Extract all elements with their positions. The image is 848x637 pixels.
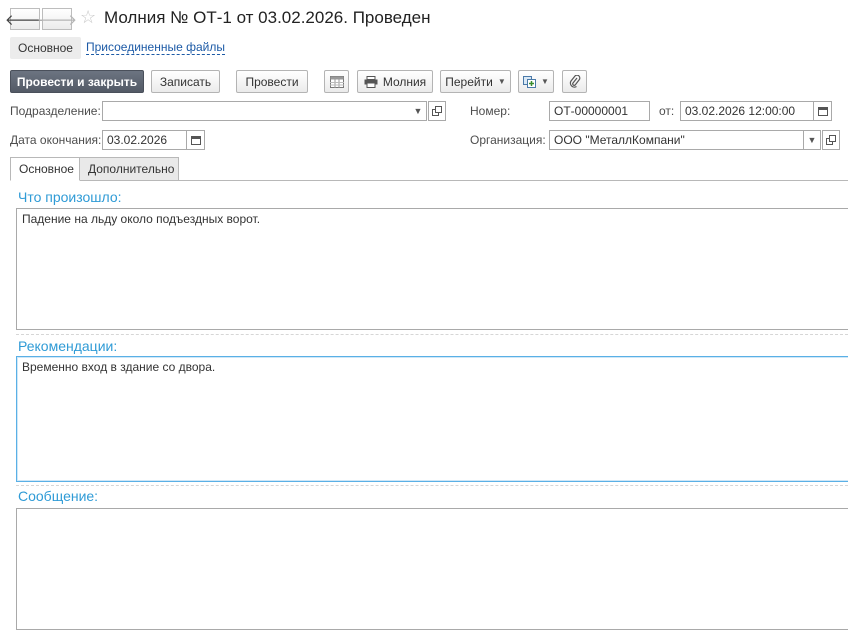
window-title: Молния № ОТ-1 от 03.02.2026. Проведен: [104, 8, 431, 27]
section-main[interactable]: Основное: [10, 37, 81, 59]
end-date-calendar-button[interactable]: [187, 130, 205, 150]
chevron-down-icon: ▼: [541, 77, 549, 86]
calendar-icon: [817, 107, 828, 116]
message-textarea[interactable]: [16, 508, 848, 630]
message-title: Сообщение:: [18, 488, 99, 504]
open-window-icon: [432, 106, 442, 116]
number-label: Номер:: [470, 104, 511, 118]
create-based-on-button[interactable]: ▼: [518, 70, 554, 93]
print-button-label: Молния: [382, 74, 427, 89]
division-dropdown-button[interactable]: ▼: [410, 101, 427, 121]
tab-divider: [10, 180, 848, 181]
group-separator: [16, 334, 848, 335]
group-separator: [16, 485, 848, 486]
tab-additional[interactable]: Дополнительно: [79, 157, 179, 181]
arrow-right-icon: 🡒: [36, 11, 78, 29]
organization-open-button[interactable]: [822, 130, 840, 150]
recommendations-title: Рекомендации:: [18, 338, 118, 354]
chevron-down-icon: ▼: [413, 106, 423, 116]
recommendations-textarea[interactable]: Временно вход в здание со двора.: [16, 356, 848, 482]
calendar-icon: [190, 136, 201, 145]
date-calendar-button[interactable]: [814, 101, 832, 121]
goto-button-label: Перейти: [445, 74, 493, 89]
post-button[interactable]: Провести: [236, 70, 308, 93]
organization-field[interactable]: ООО "МеталлКомпани": [549, 130, 804, 150]
division-field[interactable]: [102, 101, 427, 121]
printer-icon: [364, 75, 378, 88]
chevron-down-icon: ▼: [807, 135, 817, 145]
date-from-label: от:: [659, 104, 675, 118]
post-and-close-button[interactable]: Провести и закрыть: [10, 70, 144, 93]
goto-button[interactable]: Перейти ▼: [440, 70, 511, 93]
create-based-on-icon: [523, 75, 537, 88]
end-date-label: Дата окончания:: [10, 133, 102, 147]
what-happened-title: Что произошло:: [18, 189, 122, 205]
division-label: Подразделение:: [10, 104, 101, 118]
table-journal-icon: [329, 75, 344, 88]
save-button[interactable]: Записать: [151, 70, 220, 93]
print-button[interactable]: Молния: [357, 70, 433, 93]
open-window-icon: [826, 135, 836, 145]
tab-main[interactable]: Основное: [10, 157, 80, 181]
paperclip-icon: [569, 75, 580, 88]
section-attached-files-link[interactable]: Присоединенные файлы: [86, 40, 225, 55]
division-open-button[interactable]: [428, 101, 446, 121]
organization-dropdown-button[interactable]: ▼: [804, 130, 821, 150]
attach-file-button[interactable]: [562, 70, 587, 93]
journal-button[interactable]: [324, 70, 349, 93]
organization-label: Организация:: [470, 133, 546, 147]
favorite-star-icon[interactable]: ☆: [80, 7, 96, 28]
back-button[interactable]: 🡐: [5, 8, 45, 30]
forward-button[interactable]: 🡒: [37, 8, 77, 30]
number-field[interactable]: ОТ-00000001: [549, 101, 650, 121]
what-happened-textarea[interactable]: Падение на льду около подъездных ворот.: [16, 208, 848, 330]
end-date-field[interactable]: 03.02.2026: [102, 130, 187, 150]
chevron-down-icon: ▼: [497, 77, 506, 86]
date-field[interactable]: 03.02.2026 12:00:00: [680, 101, 814, 121]
